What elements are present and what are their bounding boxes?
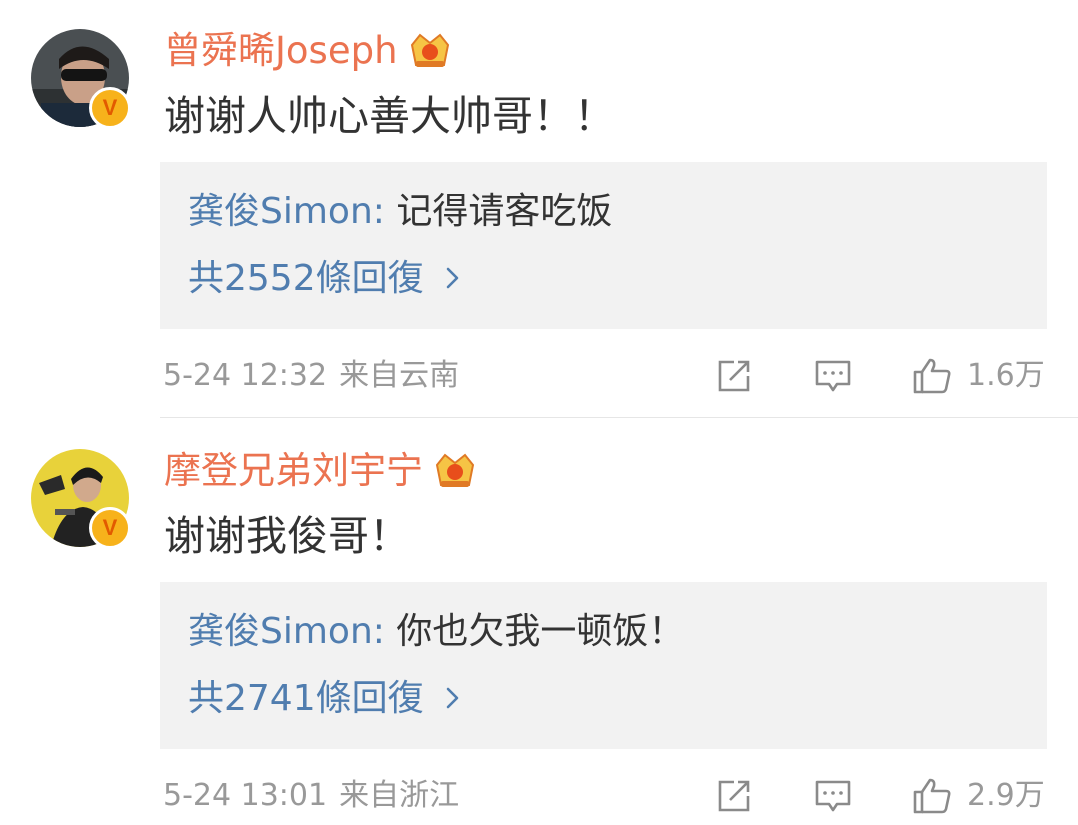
reply-preview[interactable]: 龚俊Simon: 记得请客吃饭 共2552條回復 [160, 162, 1047, 329]
divider [160, 417, 1078, 418]
comment-text: 谢谢人帅心善大帅哥！！ [164, 92, 615, 140]
reply-preview[interactable]: 龚俊Simon: 你也欠我一顿饭！ 共2741條回復 [160, 582, 1047, 749]
verified-v-icon: V [89, 87, 131, 129]
verified-v-icon: V [89, 507, 131, 549]
reply-text: 记得请客吃饭 [396, 191, 613, 232]
crown-vip-icon [408, 31, 452, 71]
view-replies-link[interactable]: 共2741條回復 [188, 676, 460, 722]
chevron-right-icon [446, 676, 460, 722]
avatar[interactable]: V [31, 29, 131, 129]
reply-text: 你也欠我一顿饭！ [396, 611, 685, 652]
view-replies-link[interactable]: 共2552條回復 [188, 256, 460, 302]
timestamp: 5-24 12:32 [163, 358, 328, 393]
source-location: 来自云南 [339, 358, 460, 393]
avatar[interactable]: V [31, 449, 131, 549]
thumbs-up-icon [913, 778, 951, 814]
like-button[interactable]: 1.6万 [911, 354, 1045, 398]
reply-separator: : [372, 191, 397, 232]
thumbs-up-icon [913, 358, 951, 394]
like-button[interactable]: 2.9万 [911, 774, 1045, 818]
share-icon [718, 780, 750, 812]
timestamp: 5-24 13:01 [163, 778, 328, 813]
comment-icon [815, 360, 851, 392]
comment-button[interactable] [813, 774, 853, 818]
reply-line: 龚俊Simon: 记得请客吃饭 [188, 189, 612, 235]
comment-meta: 5-24 13:01 来自浙江 [163, 776, 459, 816]
share-button[interactable] [714, 774, 754, 818]
like-count: 2.9万 [967, 778, 1045, 813]
reply-count-text: 共2741條回復 [188, 678, 424, 719]
like-count: 1.6万 [967, 358, 1045, 393]
comment-button[interactable] [813, 354, 853, 398]
crown-vip-icon [433, 451, 477, 491]
username-text: 曾舜晞Joseph [164, 29, 398, 72]
chevron-right-icon [446, 256, 460, 302]
username-text: 摩登兄弟刘宇宁 [164, 449, 423, 492]
comment-icon [815, 780, 851, 812]
source-location: 来自浙江 [339, 778, 460, 813]
reply-username[interactable]: 龚俊Simon [188, 191, 373, 232]
share-icon [718, 360, 750, 392]
comment-meta: 5-24 12:32 来自云南 [163, 356, 459, 396]
username[interactable]: 曾舜晞Joseph [164, 27, 452, 75]
comment-text: 谢谢我俊哥！ [164, 512, 410, 560]
reply-separator: : [372, 611, 397, 652]
share-button[interactable] [714, 354, 754, 398]
reply-line: 龚俊Simon: 你也欠我一顿饭！ [188, 609, 684, 655]
reply-count-text: 共2552條回復 [188, 258, 424, 299]
reply-username[interactable]: 龚俊Simon [188, 611, 373, 652]
username[interactable]: 摩登兄弟刘宇宁 [164, 447, 477, 495]
